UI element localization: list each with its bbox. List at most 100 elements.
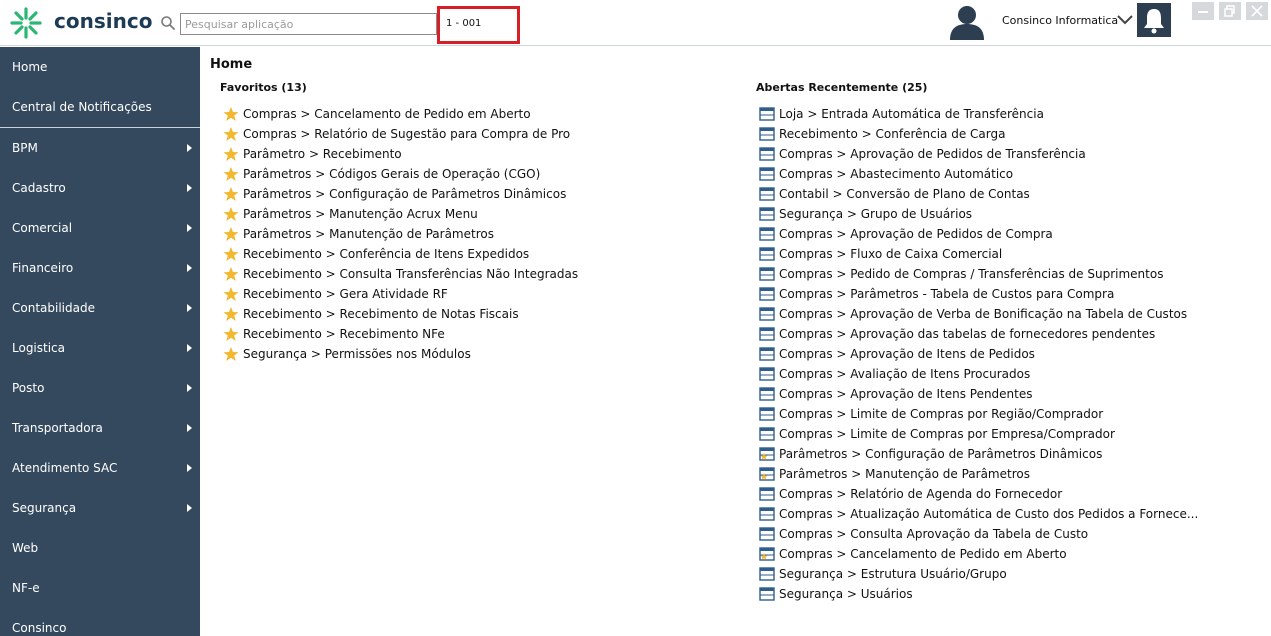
sidebar-item-seguranca[interactable]: Segurança [0,488,200,528]
sidebar-item-posto[interactable]: Posto [0,368,200,408]
recent-item[interactable]: Compras > Relatório de Agenda do Fornece… [756,484,1198,504]
favorite-item-label: Recebimento > Gera Atividade RF [243,287,448,301]
recent-item-label: Compras > Consulta Aprovação da Tabela d… [779,527,1089,541]
recent-item[interactable]: Segurança > Usuários [756,584,1198,604]
minimize-button[interactable] [1192,2,1214,20]
sidebar-item-atendimento-sac[interactable]: Atendimento SAC [0,448,200,488]
favorite-item[interactable]: Parâmetros > Manutenção Acrux Menu [220,204,578,224]
recent-item[interactable]: Compras > Parâmetros - Tabela de Custos … [756,284,1198,304]
recent-item[interactable]: Compras > Aprovação de Itens Pendentes [756,384,1198,404]
sidebar-item-home[interactable]: Home [0,47,200,87]
favorite-item-label: Parâmetros > Configuração de Parâmetros … [243,187,567,201]
window-icon [759,207,775,221]
chevron-right-icon [187,224,192,232]
recent-list: Loja > Entrada Automática de Transferênc… [756,104,1198,604]
star-icon [223,187,239,201]
recent-item[interactable]: Parâmetros > Configuração de Parâmetros … [756,444,1198,464]
recent-item[interactable]: Compras > Aprovação das tabelas de forne… [756,324,1198,344]
star-icon [223,347,239,361]
sidebar-item-label: NF-e [12,581,40,595]
window-icon [759,587,775,601]
sidebar: Home Central de Notificações BPM Cadastr… [0,47,200,636]
notifications-button[interactable] [1137,3,1171,37]
user-avatar-icon[interactable] [947,3,987,41]
favorite-item[interactable]: Parâmetros > Códigos Gerais de Operação … [220,164,578,184]
recent-item[interactable]: Compras > Pedido de Compras / Transferên… [756,264,1198,284]
recent-title: Abertas Recentemente (25) [756,81,928,94]
sidebar-item-financeiro[interactable]: Financeiro [0,248,200,288]
favorite-item[interactable]: Recebimento > Consulta Transferências Nã… [220,264,578,284]
favorite-item[interactable]: Segurança > Permissões nos Módulos [220,344,578,364]
recent-item[interactable]: Compras > Aprovação de Verba de Bonifica… [756,304,1198,324]
recent-item[interactable]: Contabil > Conversão de Plano de Contas [756,184,1198,204]
sidebar-item-cadastro[interactable]: Cadastro [0,168,200,208]
sidebar-item-nfe[interactable]: NF-e [0,568,200,608]
sidebar-item-logistica[interactable]: Logistica [0,328,200,368]
recent-item[interactable]: Compras > Limite de Compras por Empresa/… [756,424,1198,444]
recent-item-label: Compras > Relatório de Agenda do Fornece… [779,487,1063,501]
favorite-item[interactable]: Compras > Cancelamento de Pedido em Aber… [220,104,578,124]
chevron-down-icon[interactable] [1116,13,1134,27]
user-name[interactable]: Consinco Informatica [1002,14,1118,27]
recent-item[interactable]: Segurança > Grupo de Usuários [756,204,1198,224]
recent-item-label: Compras > Aprovação de Pedidos de Transf… [779,147,1086,161]
sidebar-item-central-notificacoes[interactable]: Central de Notificações [0,87,200,127]
sidebar-item-consinco[interactable]: Consinco [0,608,200,636]
recent-item[interactable]: Compras > Abastecimento Automático [756,164,1198,184]
recent-item[interactable]: Compras > Aprovação de Pedidos de Compra [756,224,1198,244]
recent-item[interactable]: Parâmetros > Manutenção de Parâmetros [756,464,1198,484]
favorite-window-icon [759,547,775,561]
favorite-item-label: Compras > Relatório de Sugestão para Com… [243,127,571,141]
recent-item[interactable]: Compras > Aprovação de Itens de Pedidos [756,344,1198,364]
sidebar-item-label: Atendimento SAC [12,461,118,475]
sidebar-item-web[interactable]: Web [0,528,200,568]
favorites-section: Favoritos (13) Compras > Cancelamento de… [220,81,578,364]
favorite-item[interactable]: Parâmetros > Manutenção de Parâmetros [220,224,578,244]
search-icon[interactable] [160,15,176,31]
recent-item[interactable]: Compras > Avaliação de Itens Procurados [756,364,1198,384]
favorite-item-label: Compras > Cancelamento de Pedido em Aber… [243,107,531,121]
sidebar-item-label: Posto [12,381,45,395]
recent-item-label: Segurança > Estrutura Usuário/Grupo [779,567,1007,581]
window-icon [759,487,775,501]
favorite-item[interactable]: Compras > Relatório de Sugestão para Com… [220,124,578,144]
recent-item[interactable]: Compras > Limite de Compras por Região/C… [756,404,1198,424]
favorite-item[interactable]: Recebimento > Conferência de Itens Exped… [220,244,578,264]
recent-item[interactable]: Compras > Consulta Aprovação da Tabela d… [756,524,1198,544]
recent-item[interactable]: Compras > Aprovação de Pedidos de Transf… [756,144,1198,164]
sidebar-item-contabilidade[interactable]: Contabilidade [0,288,200,328]
recent-item-label: Compras > Avaliação de Itens Procurados [779,367,1031,381]
recent-item[interactable]: Compras > Fluxo de Caixa Comercial [756,244,1198,264]
window-icon [759,347,775,361]
recent-item-label: Compras > Aprovação de Verba de Bonifica… [779,307,1188,321]
recent-item[interactable]: Recebimento > Conferência de Carga [756,124,1198,144]
favorite-item[interactable]: Parâmetro > Recebimento [220,144,578,164]
favorite-item-label: Recebimento > Consulta Transferências Nã… [243,267,579,281]
star-icon [223,247,239,261]
window-icon [759,307,775,321]
recent-item[interactable]: Compras > Atualização Automática de Cust… [756,504,1198,524]
favorite-item[interactable]: Recebimento > Gera Atividade RF [220,284,578,304]
recent-item[interactable]: Compras > Cancelamento de Pedido em Aber… [756,544,1198,564]
favorite-item-label: Parâmetro > Recebimento [243,147,402,161]
recent-item[interactable]: Segurança > Estrutura Usuário/Grupo [756,564,1198,584]
favorite-item[interactable]: Recebimento > Recebimento de Notas Fisca… [220,304,578,324]
chevron-right-icon [187,304,192,312]
search-input[interactable] [180,13,437,35]
close-button[interactable] [1246,2,1268,20]
restore-button[interactable] [1219,2,1241,20]
star-icon [223,147,239,161]
sidebar-item-comercial[interactable]: Comercial [0,208,200,248]
sidebar-item-label: Contabilidade [12,301,95,315]
chevron-right-icon [187,144,192,152]
window-icon [759,267,775,281]
sidebar-item-bpm[interactable]: BPM [0,128,200,168]
recent-item[interactable]: Loja > Entrada Automática de Transferênc… [756,104,1198,124]
company-selector[interactable]: 1 - 001 [437,6,520,44]
sidebar-item-label: Consinco [12,621,67,635]
sidebar-item-transportadora[interactable]: Transportadora [0,408,200,448]
favorite-item[interactable]: Recebimento > Recebimento NFe [220,324,578,344]
window-icon [759,367,775,381]
star-icon [223,227,239,241]
favorite-item[interactable]: Parâmetros > Configuração de Parâmetros … [220,184,578,204]
